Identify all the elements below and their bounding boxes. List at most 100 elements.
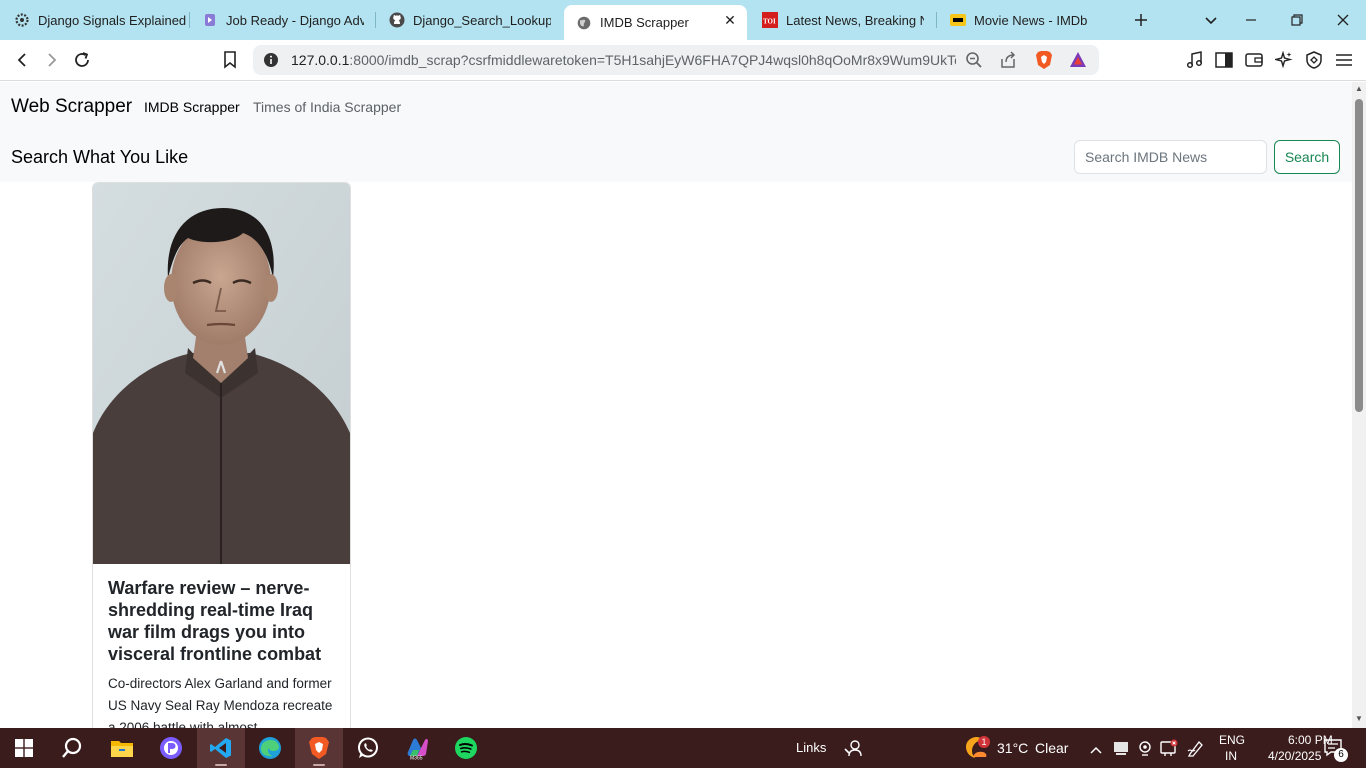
leo-ai-button[interactable] (1270, 46, 1298, 74)
site-info-icon[interactable] (263, 52, 279, 73)
restore-button[interactable] (1274, 0, 1320, 40)
language-primary[interactable]: ENG (1219, 733, 1245, 747)
news-card-title[interactable]: Warfare review – nerve-shredding real-ti… (108, 577, 340, 665)
tab-divider (936, 12, 937, 28)
imdb-favicon-icon (950, 12, 966, 28)
shield-icon (1306, 51, 1322, 69)
plus-icon (1135, 14, 1147, 26)
whatsapp-button[interactable] (344, 728, 392, 768)
bookmark-button[interactable] (216, 46, 244, 74)
back-button[interactable] (8, 46, 36, 74)
links-toolbar-label[interactable]: Links (796, 740, 826, 755)
pen-icon[interactable] (1187, 739, 1205, 762)
file-explorer-button[interactable] (98, 728, 146, 768)
web-page: Web Scrapper IMDB Scrapper Times of Indi… (0, 82, 1352, 728)
svg-text:TOI: TOI (763, 18, 776, 26)
url-host: 127.0.0.1 (291, 52, 350, 68)
edge-button[interactable] (246, 728, 294, 768)
wallet-icon (1245, 53, 1263, 67)
weather-alert-badge: 1 (978, 736, 990, 748)
search-icon (62, 737, 82, 758)
brave-shields-icon[interactable] (1035, 50, 1053, 75)
tab-movie-news-imdb[interactable]: Movie News - IMDb (950, 5, 1112, 35)
tab-title: Movie News - IMDb (974, 12, 1088, 28)
tab-title: Job Ready - Django Advar (226, 12, 364, 28)
scrollbar-thumb[interactable] (1355, 99, 1363, 412)
scroll-down-icon[interactable]: ▼ (1355, 715, 1363, 723)
new-tab-button[interactable] (1118, 0, 1164, 40)
network-icon[interactable] (1160, 739, 1178, 762)
pycharm-button[interactable] (147, 728, 195, 768)
github-icon (389, 12, 405, 28)
browser-toolbar: 127.0.0.1:8000/imdb_scrap?csrfmiddleware… (0, 40, 1366, 81)
news-card: Warfare review – nerve-shredding real-ti… (92, 182, 351, 728)
tab-title: Django_Search_Lookups/E (413, 12, 551, 28)
tab-imdb-scrapper[interactable]: IMDB Scrapper ✕ (564, 5, 747, 40)
windows-logo-icon (15, 739, 33, 757)
chevron-up-icon[interactable] (1089, 742, 1103, 760)
globe-favicon-icon (576, 15, 592, 31)
navbar-brand[interactable]: Web Scrapper (11, 96, 132, 118)
language-region[interactable]: IN (1225, 749, 1237, 763)
browser-tab-strip: Django Signals Explained Job Ready - Dja… (0, 0, 1366, 40)
hamburger-menu-icon (1336, 54, 1352, 66)
m365-button[interactable]: M365 (393, 728, 441, 768)
minimize-button[interactable] (1228, 0, 1274, 40)
weather-temperature[interactable]: 31°C (997, 740, 1028, 756)
clock-date[interactable]: 4/20/2025 (1268, 749, 1321, 763)
toi-favicon-icon: TOI (762, 12, 778, 28)
windows-taskbar: M365 Links 1 31°C Clear ENG IN 6:00 PM 4… (0, 728, 1366, 768)
notification-count-badge: 6 (1334, 748, 1348, 762)
people-search-icon[interactable] (844, 739, 862, 762)
wallet-button[interactable] (1240, 46, 1268, 74)
scroll-up-icon[interactable]: ▲ (1355, 85, 1363, 93)
page-scrollbar[interactable]: ▲ ▼ (1352, 82, 1366, 728)
url-rest: :8000/imdb_scrap?csrfmiddlewaretoken=T5H… (349, 52, 956, 68)
forward-button[interactable] (38, 46, 66, 74)
vpn-button[interactable] (1300, 46, 1328, 74)
media-button[interactable] (1180, 46, 1208, 74)
search-input[interactable] (1074, 140, 1267, 174)
sidebar-button[interactable] (1210, 46, 1238, 74)
brave-taskbar-button[interactable] (295, 728, 343, 768)
forward-arrow-icon (48, 53, 57, 67)
brave-rewards-icon[interactable] (1069, 51, 1087, 74)
weather-condition[interactable]: Clear (1035, 740, 1068, 756)
tab-django-search-lookups[interactable]: Django_Search_Lookups/E (389, 5, 551, 35)
zoom-icon[interactable] (965, 51, 983, 74)
tab-django-signals[interactable]: Django Signals Explained (14, 5, 189, 35)
minimize-icon (1246, 19, 1256, 21)
start-button[interactable] (0, 728, 48, 768)
brave-lion-icon (309, 737, 329, 759)
taskbar-search-button[interactable] (48, 728, 96, 768)
news-card-image (93, 183, 350, 564)
pycharm-icon (160, 737, 182, 759)
address-bar[interactable]: 127.0.0.1:8000/imdb_scrap?csrfmiddleware… (253, 45, 1099, 75)
display-icon[interactable] (1113, 740, 1129, 761)
share-icon[interactable] (999, 51, 1017, 74)
nav-link-imdb-scrapper[interactable]: IMDB Scrapper (144, 99, 240, 115)
gear-favicon-icon (14, 12, 30, 28)
edge-icon (259, 737, 281, 759)
nav-link-times-of-india[interactable]: Times of India Scrapper (253, 99, 401, 115)
whatsapp-icon (358, 737, 378, 758)
tab-latest-news[interactable]: TOI Latest News, Breaking Ne (762, 5, 924, 35)
restore-icon (1291, 14, 1303, 26)
vscode-button[interactable] (197, 728, 245, 768)
news-card-text: Co-directors Alex Garland and former US … (108, 676, 333, 728)
url-text[interactable]: 127.0.0.1:8000/imdb_scrap?csrfmiddleware… (291, 52, 956, 68)
close-window-button[interactable] (1320, 0, 1366, 40)
webcam-icon[interactable] (1137, 740, 1153, 761)
tab-title: Django Signals Explained (38, 12, 187, 28)
search-button[interactable]: Search (1274, 140, 1340, 174)
tab-divider (375, 12, 376, 28)
sidebar-icon (1215, 52, 1233, 68)
reload-icon (75, 52, 89, 67)
menu-button[interactable] (1330, 46, 1358, 74)
close-tab-icon[interactable]: ✕ (723, 13, 737, 27)
sparkle-icon (1275, 51, 1293, 69)
tab-job-ready[interactable]: Job Ready - Django Advar (202, 5, 364, 35)
reload-button[interactable] (68, 46, 96, 74)
tab-title: Latest News, Breaking Ne (786, 12, 924, 28)
spotify-button[interactable] (442, 728, 490, 768)
